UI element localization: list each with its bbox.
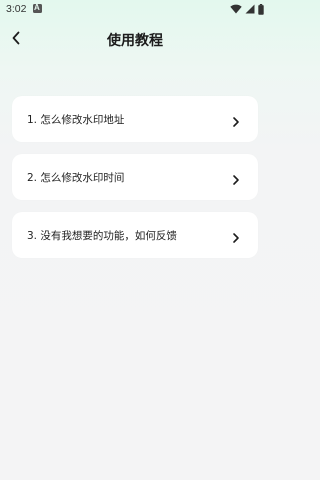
wifi-icon (230, 4, 242, 14)
status-bar: 3:02 (0, 0, 270, 18)
tutorial-item-modify-time[interactable]: 2. 怎么修改水印时间 (12, 154, 258, 200)
tutorial-item-label: 2. 怎么修改水印时间 (27, 172, 125, 184)
status-time: 3:02 (6, 3, 27, 15)
tutorial-list: 1. 怎么修改水印地址 2. 怎么修改水印时间 3. 没有我想要的功能，如何反馈 (12, 96, 258, 270)
tutorial-item-modify-address[interactable]: 1. 怎么修改水印地址 (12, 96, 258, 142)
tutorial-item-label: 3. 没有我想要的功能，如何反馈 (27, 230, 177, 242)
tutorial-item-feedback[interactable]: 3. 没有我想要的功能，如何反馈 (12, 212, 258, 258)
chevron-right-icon (232, 229, 240, 243)
signal-icon (245, 4, 255, 14)
chevron-right-icon (232, 171, 240, 185)
status-icons (230, 3, 264, 15)
app-header: 使用教程 (0, 18, 270, 62)
battery-icon (258, 3, 264, 15)
app-notification-icon (33, 3, 42, 13)
tutorial-item-label: 1. 怎么修改水印地址 (27, 114, 125, 126)
chevron-right-icon (232, 113, 240, 127)
page-title: 使用教程 (107, 33, 163, 49)
